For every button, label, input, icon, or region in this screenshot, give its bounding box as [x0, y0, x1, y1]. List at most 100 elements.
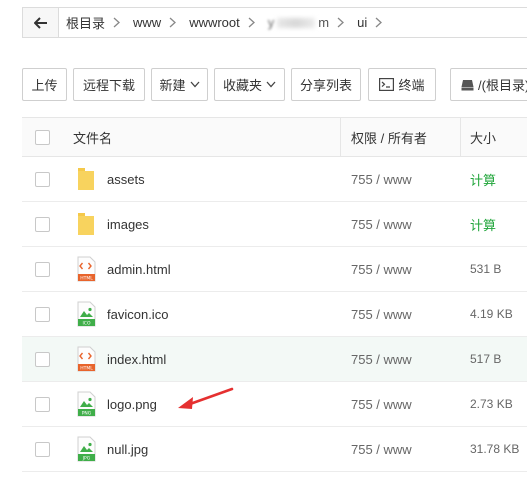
column-header-perm[interactable]: 权限 / 所有者: [351, 118, 427, 156]
perm-value[interactable]: 755 / www: [351, 307, 412, 322]
disk-icon: [461, 79, 474, 90]
size-value: 4.19 KB: [470, 307, 513, 321]
perm-value[interactable]: 755 / www: [351, 442, 412, 457]
file-name-cell[interactable]: images: [75, 202, 149, 246]
perm-cell[interactable]: 755 / www: [351, 292, 412, 336]
chevron-right-icon: [169, 17, 177, 28]
perm-value[interactable]: 755 / www: [351, 262, 412, 277]
back-button[interactable]: [23, 8, 59, 37]
chevron-right-icon: [248, 17, 255, 28]
png-file-icon: PNG: [77, 391, 96, 417]
svg-text:JPG: JPG: [82, 456, 91, 462]
table-row[interactable]: PNG logo.png 755 / www 2.73 KB: [22, 382, 527, 427]
table-row[interactable]: images 755 / www 计算: [22, 202, 527, 247]
chevron-down-icon: [266, 81, 276, 88]
table-row[interactable]: JPG null.jpg 755 / www 31.78 KB: [22, 427, 527, 472]
table-row[interactable]: assets 755 / www 计算: [22, 157, 527, 202]
new-label: 新建: [159, 78, 186, 93]
table-row[interactable]: ICO favicon.ico 755 / www 4.19 KB: [22, 292, 527, 337]
perm-value[interactable]: 755 / www: [351, 172, 412, 187]
row-checkbox[interactable]: [35, 157, 51, 201]
chevron-right-icon: [113, 17, 120, 28]
perm-cell[interactable]: 755 / www: [351, 247, 412, 291]
disk-button[interactable]: /(根目录): [450, 68, 527, 101]
header-label: 大小: [470, 130, 497, 146]
favorites-button[interactable]: 收藏夹: [214, 68, 285, 101]
row-checkbox[interactable]: [35, 292, 51, 336]
upload-button[interactable]: 上传: [22, 68, 67, 101]
share-list-label: 分享列表: [299, 78, 352, 93]
breadcrumb-label-tail: m: [318, 15, 330, 30]
file-name[interactable]: assets: [107, 172, 145, 187]
perm-cell[interactable]: 755 / www: [351, 157, 412, 201]
size-value: 2.73 KB: [470, 397, 513, 411]
share-list-button[interactable]: 分享列表: [291, 68, 361, 101]
table-header: 文件名 权限 / 所有者 大小: [22, 117, 527, 157]
file-name-cell[interactable]: assets: [75, 157, 145, 201]
remote-download-label: 远程下载: [82, 78, 135, 93]
disk-label: /(根目录): [478, 78, 527, 93]
perm-value[interactable]: 755 / www: [351, 397, 412, 412]
file-name[interactable]: logo.png: [107, 397, 157, 412]
terminal-button[interactable]: 终端: [368, 68, 436, 101]
file-name[interactable]: images: [107, 217, 149, 232]
column-header-size[interactable]: 大小: [470, 118, 496, 156]
redacted-text: [277, 17, 316, 28]
breadcrumb-label: ui: [357, 15, 368, 30]
size-value[interactable]: 计算: [470, 170, 496, 189]
file-name-cell[interactable]: HTML index.html: [75, 337, 166, 381]
perm-cell[interactable]: 755 / www: [351, 382, 412, 426]
folder-icon: [78, 168, 94, 190]
size-cell: 2.73 KB: [470, 382, 513, 426]
perm-value[interactable]: 755 / www: [351, 352, 412, 367]
size-cell: 531 B: [470, 247, 501, 291]
breadcrumb-item-site[interactable]: y m: [261, 8, 350, 37]
column-header-name[interactable]: 文件名: [73, 118, 112, 156]
breadcrumb-item-ui[interactable]: ui: [350, 8, 388, 37]
file-name-cell[interactable]: PNG logo.png: [75, 382, 157, 426]
file-name-cell[interactable]: JPG null.jpg: [75, 427, 148, 471]
perm-cell[interactable]: 755 / www: [351, 202, 412, 246]
size-cell: 517 B: [470, 337, 501, 381]
new-button[interactable]: 新建: [151, 68, 208, 101]
size-calc-link[interactable]: 计算: [470, 157, 496, 201]
svg-text:PNG: PNG: [82, 411, 92, 417]
perm-value[interactable]: 755 / www: [351, 217, 412, 232]
breadcrumb-label: y: [267, 15, 275, 30]
breadcrumb-label: www: [133, 15, 162, 30]
remote-download-button[interactable]: 远程下载: [73, 68, 145, 101]
breadcrumb-item-wwwroot[interactable]: wwwroot: [182, 8, 261, 37]
size-calc-link[interactable]: 计算: [470, 202, 496, 246]
row-checkbox[interactable]: [35, 337, 51, 381]
file-name[interactable]: index.html: [107, 352, 166, 367]
row-checkbox[interactable]: [35, 427, 51, 471]
table-row[interactable]: HTML admin.html 755 / www 531 B: [22, 247, 527, 292]
file-name-cell[interactable]: HTML admin.html: [75, 247, 171, 291]
size-value: 517 B: [470, 352, 502, 366]
select-all-checkbox[interactable]: [35, 118, 51, 156]
row-checkbox[interactable]: [35, 202, 51, 246]
size-value: 31.78 KB: [470, 442, 520, 456]
chevron-right-icon: [375, 17, 383, 28]
breadcrumb: 根目录 www wwwroot y m ui: [22, 7, 527, 38]
breadcrumb-item-www[interactable]: www: [126, 8, 182, 37]
table-row[interactable]: HTML index.html 755 / www 517 B: [22, 337, 527, 382]
upload-label: 上传: [31, 78, 58, 93]
file-table: 文件名 权限 / 所有者 大小 assets 755 / www 计算 imag…: [22, 117, 527, 472]
terminal-icon: [379, 78, 395, 91]
column-divider: [460, 118, 461, 156]
size-cell: 31.78 KB: [470, 427, 519, 471]
perm-cell[interactable]: 755 / www: [351, 337, 412, 381]
svg-text:ICO: ICO: [82, 321, 90, 327]
size-value[interactable]: 计算: [470, 215, 496, 234]
file-name[interactable]: admin.html: [107, 262, 171, 277]
row-checkbox[interactable]: [35, 247, 51, 291]
breadcrumb-item-root[interactable]: 根目录: [59, 8, 126, 37]
file-name[interactable]: null.jpg: [107, 442, 148, 457]
favorites-label: 收藏夹: [222, 78, 262, 93]
file-name[interactable]: favicon.ico: [107, 307, 168, 322]
row-checkbox[interactable]: [35, 382, 51, 426]
file-name-cell[interactable]: ICO favicon.ico: [75, 292, 168, 336]
perm-cell[interactable]: 755 / www: [351, 427, 412, 471]
html-file-icon: HTML: [77, 256, 96, 282]
